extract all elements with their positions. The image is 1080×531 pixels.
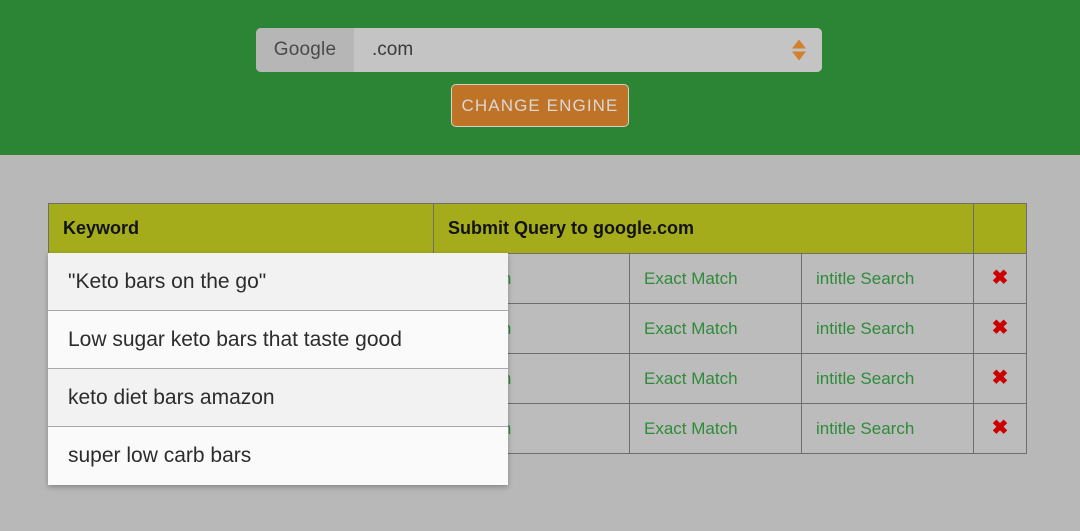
- keyword-suggestion-overlay: "Keto bars on the go" Low sugar keto bar…: [48, 253, 508, 485]
- intitle-search-link[interactable]: intitle Search: [816, 319, 914, 338]
- cell-link-3[interactable]: intitle Search: [801, 353, 974, 404]
- list-item[interactable]: "Keto bars on the go": [48, 253, 508, 311]
- spinner-up-icon[interactable]: [792, 39, 806, 49]
- table-head: Keyword Submit Query to google.com: [48, 203, 1027, 254]
- list-item[interactable]: Low sugar keto bars that taste good: [48, 311, 508, 369]
- intitle-search-link[interactable]: intitle Search: [816, 369, 914, 388]
- exact-match-link[interactable]: Exact Match: [644, 369, 738, 388]
- cell-link-3[interactable]: intitle Search: [801, 303, 974, 354]
- engine-selection-bar: Google .com CHANGE ENGINE: [0, 0, 1080, 155]
- delete-x-icon[interactable]: ✖: [992, 418, 1009, 438]
- cell-delete[interactable]: ✖: [973, 353, 1027, 404]
- exact-match-link[interactable]: Exact Match: [644, 319, 738, 338]
- engine-tld-field[interactable]: .com: [354, 28, 822, 72]
- spinner-up-down-icon[interactable]: [792, 39, 806, 61]
- cell-link-2[interactable]: Exact Match: [629, 353, 802, 404]
- cell-link-3[interactable]: intitle Search: [801, 253, 974, 304]
- exact-match-link[interactable]: Exact Match: [644, 419, 738, 438]
- cell-delete[interactable]: ✖: [973, 403, 1027, 454]
- engine-prefix-label: Google: [256, 28, 354, 72]
- cell-link-2[interactable]: Exact Match: [629, 403, 802, 454]
- delete-x-icon[interactable]: ✖: [992, 318, 1009, 338]
- header-submit-query: Submit Query to google.com: [433, 203, 974, 254]
- list-item[interactable]: super low carb bars: [48, 427, 508, 485]
- header-keyword: Keyword: [48, 203, 434, 254]
- cell-link-2[interactable]: Exact Match: [629, 253, 802, 304]
- delete-x-icon[interactable]: ✖: [992, 268, 1009, 288]
- spinner-down-icon[interactable]: [792, 51, 806, 61]
- engine-tld-value: .com: [372, 39, 414, 60]
- header-delete: [973, 203, 1027, 254]
- list-item[interactable]: keto diet bars amazon: [48, 369, 508, 427]
- exact-match-link[interactable]: Exact Match: [644, 269, 738, 288]
- cell-delete[interactable]: ✖: [973, 303, 1027, 354]
- search-engine-select[interactable]: Google .com: [256, 28, 822, 72]
- delete-x-icon[interactable]: ✖: [992, 368, 1009, 388]
- cell-link-2[interactable]: Exact Match: [629, 303, 802, 354]
- table-header-row: Keyword Submit Query to google.com: [48, 203, 1027, 254]
- intitle-search-link[interactable]: intitle Search: [816, 419, 914, 438]
- cell-delete[interactable]: ✖: [973, 253, 1027, 304]
- cell-link-3[interactable]: intitle Search: [801, 403, 974, 454]
- intitle-search-link[interactable]: intitle Search: [816, 269, 914, 288]
- change-engine-button[interactable]: CHANGE ENGINE: [451, 84, 629, 127]
